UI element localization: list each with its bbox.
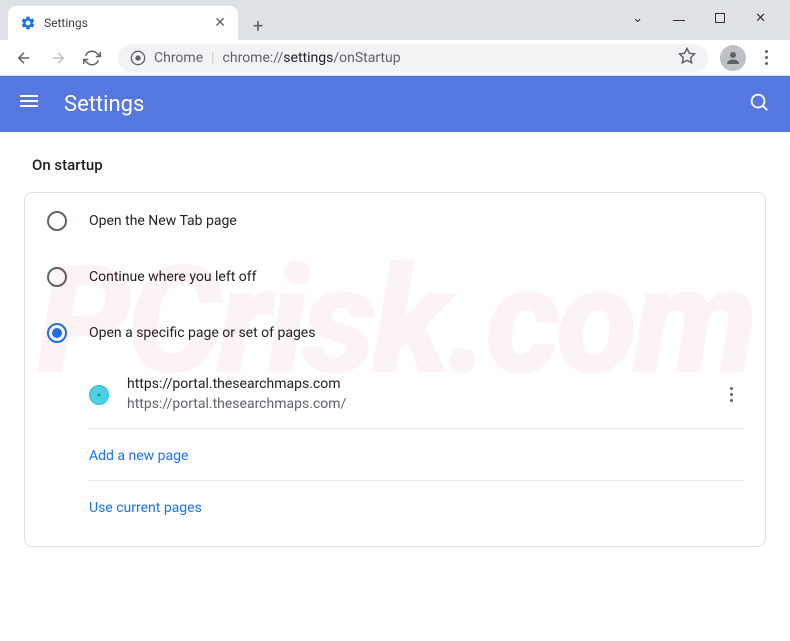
gear-icon [20,15,36,31]
page-info: https://portal.thesearchmaps.com https:/… [127,375,719,414]
chevron-down-icon[interactable]: ⌄ [632,11,643,26]
option-specific-pages[interactable]: Open a specific page or set of pages [25,305,765,361]
settings-content: On startup Open the New Tab page Continu… [0,132,790,547]
page-title: Settings [64,92,748,117]
page-menu-button[interactable] [719,387,743,402]
site-favicon [89,385,109,405]
add-page-link[interactable]: Add a new page [89,448,188,464]
option-label: Open the New Tab page [89,213,237,229]
url-display: Chrome|chrome://settings/onStartup [154,50,401,66]
option-label: Open a specific page or set of pages [89,325,315,341]
radio-icon [47,267,67,287]
close-icon[interactable]: ✕ [214,15,226,31]
maximize-button[interactable] [715,13,725,23]
option-label: Continue where you left off [89,269,257,285]
forward-button[interactable] [44,44,72,72]
minimize-button[interactable] [673,20,685,21]
option-continue[interactable]: Continue where you left off [25,249,765,305]
back-button[interactable] [10,44,38,72]
browser-tab[interactable]: Settings ✕ [8,6,238,40]
browser-toolbar: Chrome|chrome://settings/onStartup [0,40,790,76]
section-title: On startup [24,156,766,174]
bookmark-icon[interactable] [678,47,696,69]
radio-icon [47,323,67,343]
startup-pages-list: https://portal.thesearchmaps.com https:/… [25,361,765,546]
settings-header: Settings [0,76,790,132]
radio-icon [47,211,67,231]
use-current-link[interactable]: Use current pages [89,500,202,516]
startup-page-row: https://portal.thesearchmaps.com https:/… [89,361,743,429]
page-url-text: https://portal.thesearchmaps.com/ [127,395,719,415]
chrome-icon [130,50,146,66]
window-close-button[interactable]: ✕ [755,11,766,26]
new-tab-button[interactable]: + [244,12,272,40]
tab-title: Settings [44,16,206,30]
option-new-tab[interactable]: Open the New Tab page [25,193,765,249]
address-bar[interactable]: Chrome|chrome://settings/onStartup [118,44,708,72]
page-title-text: https://portal.thesearchmaps.com [127,375,719,395]
browser-menu-button[interactable] [752,50,780,65]
window-controls: ⌄ ✕ [608,0,790,36]
search-icon[interactable] [748,91,770,117]
profile-button[interactable] [720,45,746,71]
use-current-row: Use current pages [89,481,743,532]
hamburger-icon[interactable] [20,92,44,116]
add-page-row: Add a new page [89,429,743,481]
startup-card: Open the New Tab page Continue where you… [24,192,766,547]
reload-button[interactable] [78,44,106,72]
